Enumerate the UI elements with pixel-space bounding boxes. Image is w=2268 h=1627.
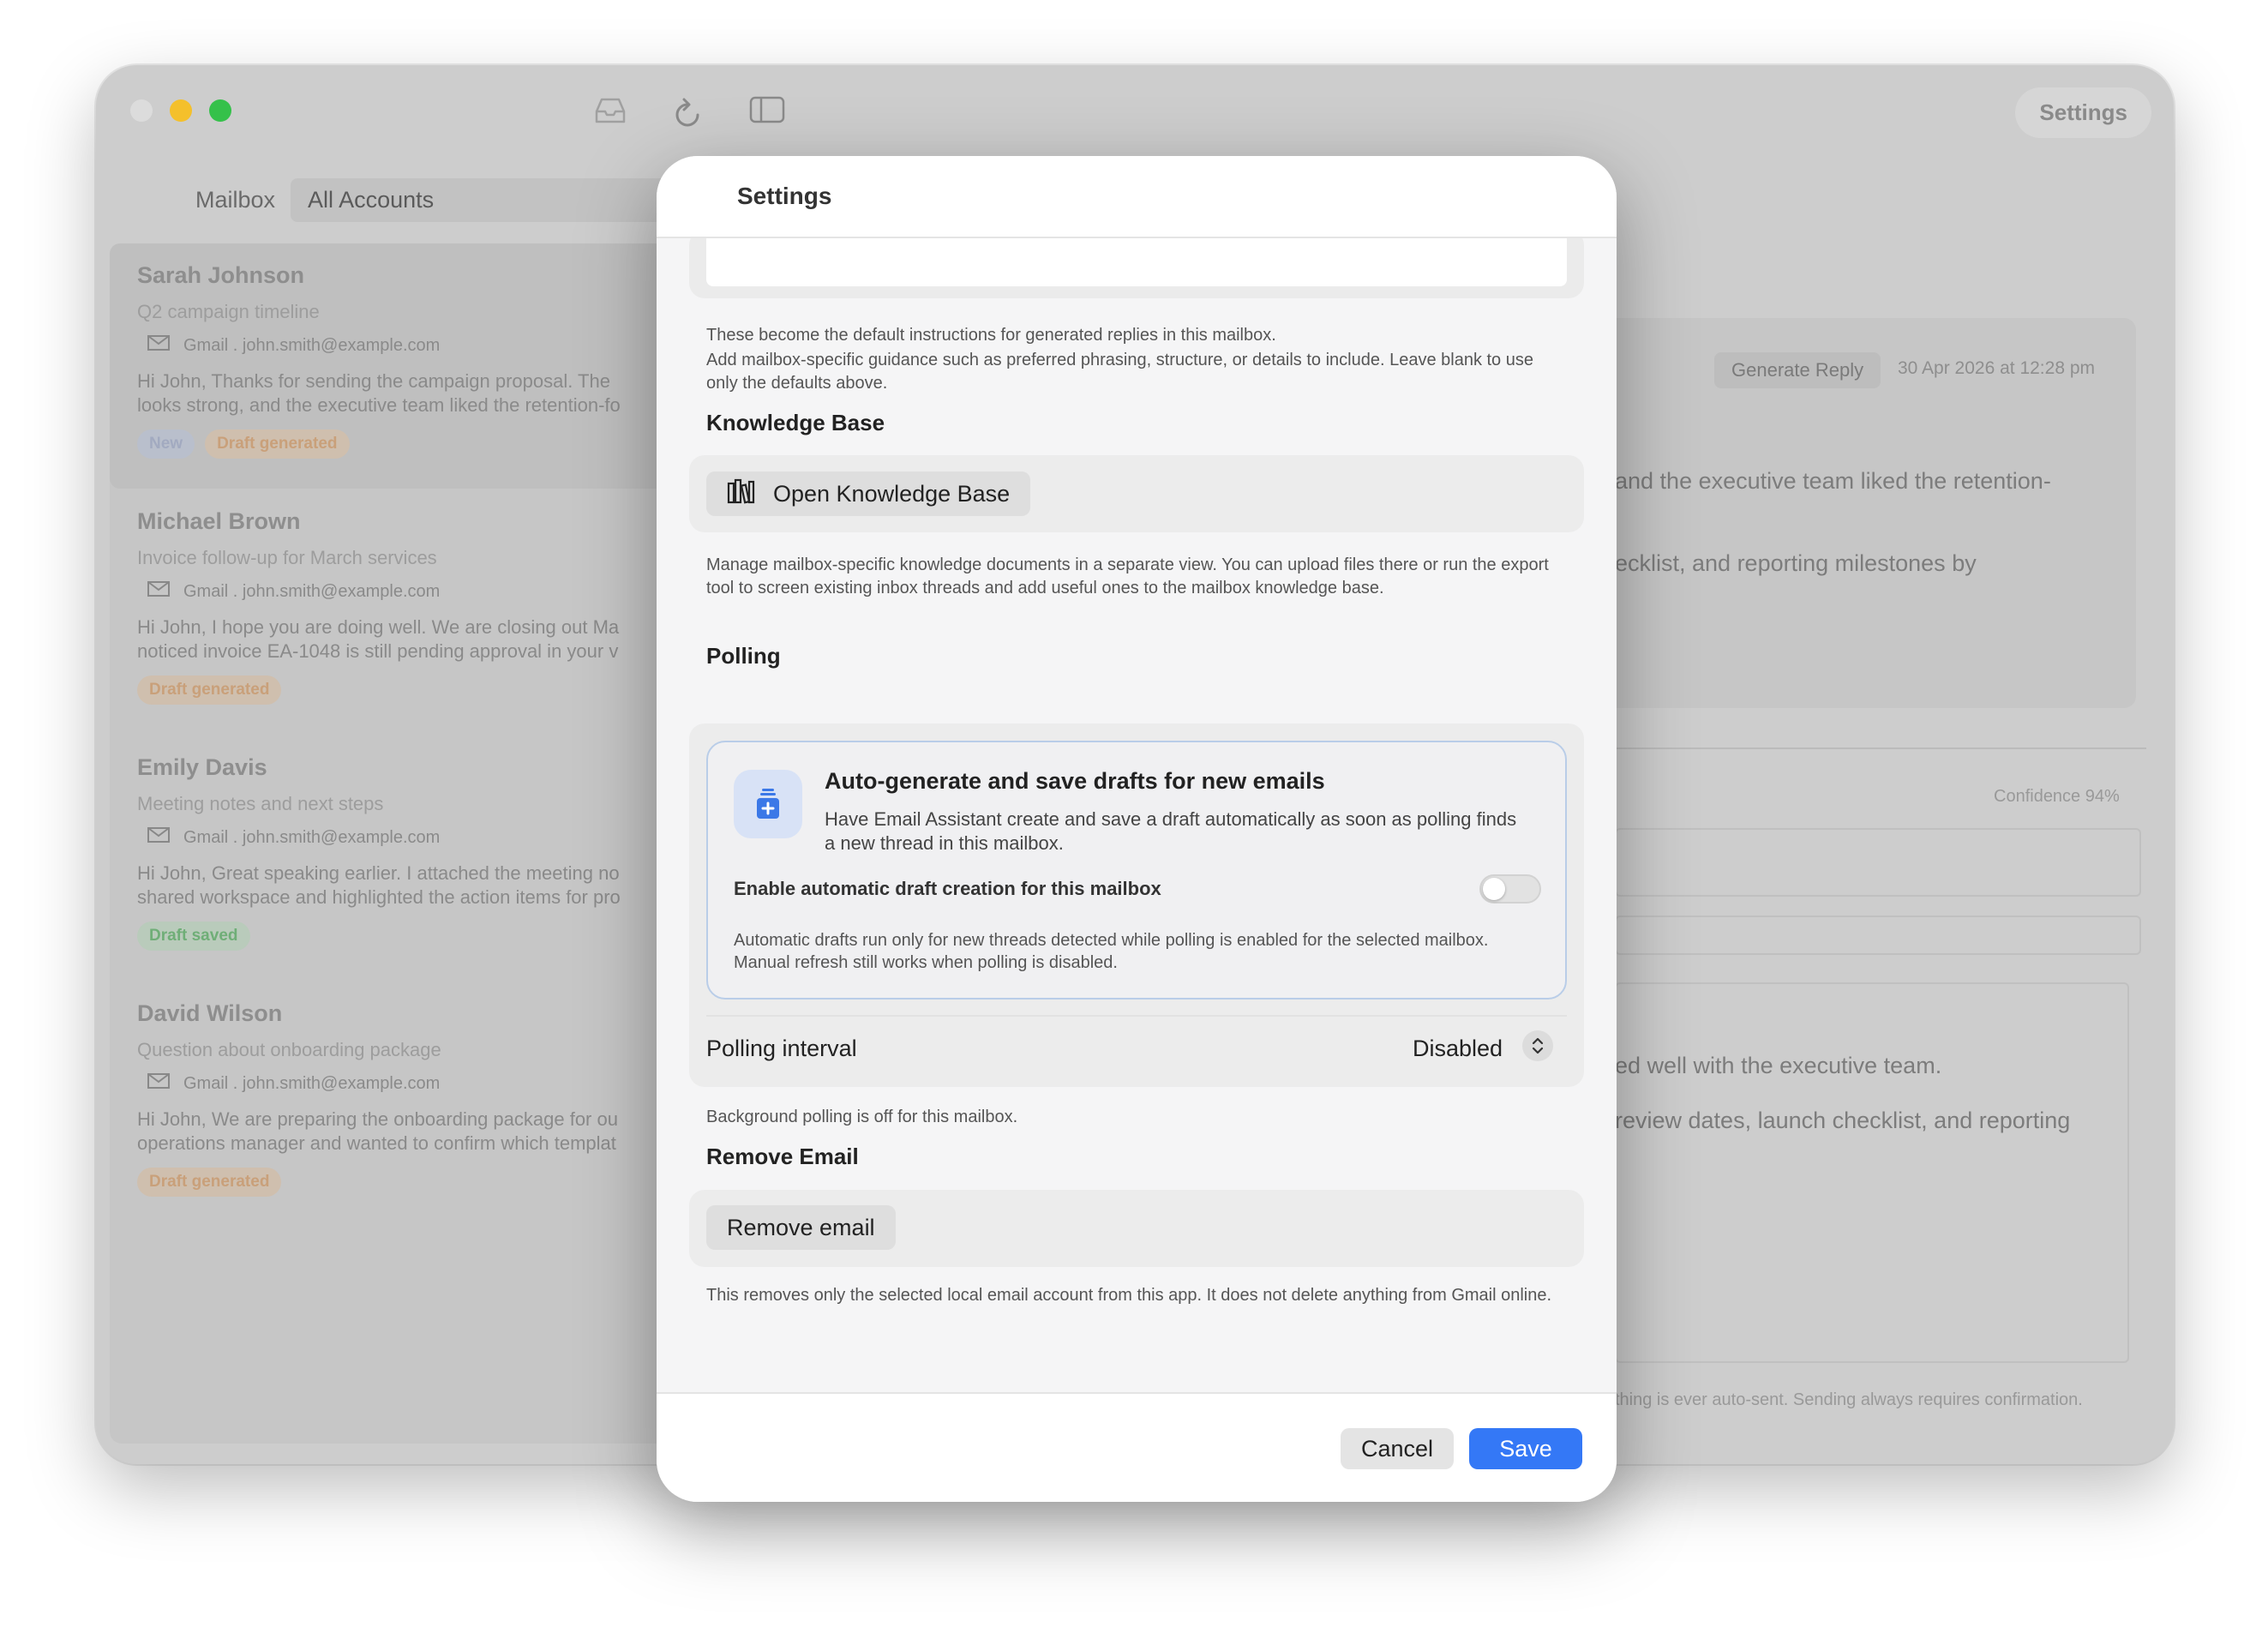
auto-draft-panel: Auto-generate and save drafts for new em… <box>706 741 1567 1000</box>
draft-tray-icon <box>734 770 802 838</box>
account-row: Gmail . john.smith@example.com <box>137 581 648 602</box>
minimize-window-button[interactable] <box>170 99 192 122</box>
preview-line-2: looks strong, and the executive team lik… <box>137 394 621 416</box>
auto-draft-toggle-label: Enable automatic draft creation for this… <box>734 878 1161 899</box>
email-subject: Invoice follow-up for March services <box>137 547 437 568</box>
email-subject: Meeting notes and next steps <box>137 793 384 814</box>
account-label: Gmail . john.smith@example.com <box>183 827 441 847</box>
mailbox-dropdown[interactable]: All Accounts <box>291 178 694 222</box>
confidence-label: Confidence 94% <box>1994 787 2120 806</box>
dialog-body[interactable]: These become the default instructions fo… <box>657 238 1617 1392</box>
email-list: Sarah Johnson Q2 campaign timeline Gmail… <box>110 243 675 1444</box>
preview-line-1: Hi John, I hope you are doing well. We a… <box>137 616 620 638</box>
instructions-help-line-1: These become the default instructions fo… <box>706 326 1276 345</box>
auto-draft-toggle[interactable] <box>1479 874 1541 904</box>
refresh-icon[interactable] <box>672 96 703 135</box>
draft-line: review dates, launch checklist, and repo… <box>1615 1108 2071 1133</box>
email-subject: Question about onboarding package <box>137 1039 441 1060</box>
status-badge: New <box>137 429 195 459</box>
envelope-icon <box>147 335 170 356</box>
preview-line-1: Hi John, We are preparing the onboarding… <box>137 1108 618 1130</box>
preview-line-2: noticed invoice EA-1048 is still pending… <box>137 640 619 662</box>
email-list-item[interactable]: Emily Davis Meeting notes and next steps… <box>110 735 675 981</box>
preview-line-2: shared workspace and highlighted the act… <box>137 886 621 908</box>
account-row: Gmail . john.smith@example.com <box>137 335 648 356</box>
chevron-up-down-icon[interactable] <box>1522 1030 1553 1061</box>
sender-name: Sarah Johnson <box>137 262 305 288</box>
instructions-help-line-2: Add mailbox-specific guidance such as pr… <box>706 351 1533 393</box>
email-subject: Q2 campaign timeline <box>137 301 320 322</box>
polling-interval-value[interactable]: Disabled <box>1413 1036 1503 1062</box>
email-list-item[interactable]: David Wilson Question about onboarding p… <box>110 982 675 1227</box>
safety-note: thing is ever auto-sent. Sending always … <box>1615 1390 2083 1409</box>
mailbox-label: Mailbox <box>195 187 276 213</box>
mailbox-selector[interactable]: Mailbox All Accounts <box>195 178 694 222</box>
cancel-button[interactable]: Cancel <box>1341 1428 1454 1469</box>
status-badge: Draft generated <box>137 1168 282 1197</box>
account-label: Gmail . john.smith@example.com <box>183 581 441 601</box>
preview-line-1: Hi John, Great speaking earlier. I attac… <box>137 862 620 884</box>
remove-email-heading: Remove Email <box>706 1144 859 1169</box>
draft-line: ed well with the executive team. <box>1615 1053 1942 1078</box>
save-button[interactable]: Save <box>1469 1428 1582 1469</box>
auto-draft-description: Have Email Assistant create and save a d… <box>825 808 1517 854</box>
generate-reply-button[interactable]: Generate Reply <box>1714 352 1881 388</box>
divider <box>706 1015 1567 1017</box>
draft-field[interactable] <box>1615 828 2141 897</box>
knowledge-base-help: Manage mailbox-specific knowledge docume… <box>706 555 1549 597</box>
envelope-icon <box>147 827 170 848</box>
account-row: Gmail . john.smith@example.com <box>137 827 648 848</box>
draft-subject-field[interactable] <box>1615 916 2141 955</box>
email-preview: Hi John, I hope you are doing well. We a… <box>137 615 648 663</box>
maximize-window-button[interactable] <box>209 99 231 122</box>
instructions-textarea[interactable] <box>706 238 1567 286</box>
envelope-icon <box>147 581 170 602</box>
dialog-footer: Cancel Save <box>657 1392 1617 1502</box>
account-label: Gmail . john.smith@example.com <box>183 1073 441 1093</box>
sender-name: David Wilson <box>137 1000 283 1026</box>
auto-draft-note: Automatic drafts run only for new thread… <box>734 931 1489 972</box>
polling-help: Background polling is off for this mailb… <box>706 1108 1018 1126</box>
polling-heading: Polling <box>706 643 781 669</box>
remove-email-button[interactable]: Remove email <box>706 1205 896 1250</box>
remove-email-help: This removes only the selected local ema… <box>706 1286 1552 1305</box>
close-window-button[interactable] <box>130 99 153 122</box>
status-badge: Draft generated <box>137 675 282 705</box>
dialog-title: Settings <box>737 183 832 209</box>
toggle-knob <box>1483 878 1505 900</box>
divider <box>1615 747 2146 749</box>
envelope-icon <box>147 1073 170 1094</box>
account-row: Gmail . john.smith@example.com <box>137 1073 648 1094</box>
auto-draft-title: Auto-generate and save drafts for new em… <box>825 768 1325 794</box>
status-badge: Draft generated <box>205 429 350 459</box>
open-knowledge-base-label: Open Knowledge Base <box>773 480 1011 507</box>
sender-name: Emily Davis <box>137 754 267 780</box>
preview-line-1: Hi John, Thanks for sending the campaign… <box>137 370 610 392</box>
settings-button[interactable]: Settings <box>2015 87 2151 138</box>
knowledge-base-heading: Knowledge Base <box>706 410 885 435</box>
email-preview: Hi John, We are preparing the onboarding… <box>137 1108 648 1156</box>
inbox-icon[interactable] <box>593 96 627 131</box>
account-label: Gmail . john.smith@example.com <box>183 335 441 355</box>
sidebar-icon[interactable] <box>749 96 785 129</box>
email-list-item[interactable]: Sarah Johnson Q2 campaign timeline Gmail… <box>110 243 675 489</box>
email-list-item[interactable]: Michael Brown Invoice follow-up for Marc… <box>110 489 675 735</box>
email-body-line: ecklist, and reporting milestones by <box>1615 550 1977 576</box>
email-preview: Hi John, Great speaking earlier. I attac… <box>137 862 648 910</box>
draft-body-field[interactable] <box>1615 982 2129 1363</box>
preview-line-2: operations manager and wanted to confirm… <box>137 1132 616 1154</box>
instructions-help: These become the default instructions fo… <box>706 324 1563 395</box>
email-preview: Hi John, Thanks for sending the campaign… <box>137 369 648 417</box>
books-icon <box>727 478 756 510</box>
dialog-header: Settings <box>657 156 1617 238</box>
email-date: 30 Apr 2026 at 12:28 pm <box>1898 358 2096 378</box>
email-body-line: and the executive team liked the retenti… <box>1615 468 2051 494</box>
sender-name: Michael Brown <box>137 508 301 534</box>
open-knowledge-base-button[interactable]: Open Knowledge Base <box>706 471 1031 516</box>
status-badge: Draft saved <box>137 922 250 951</box>
settings-dialog: Settings These become the default instru… <box>657 156 1617 1502</box>
polling-interval-label: Polling interval <box>706 1036 857 1061</box>
